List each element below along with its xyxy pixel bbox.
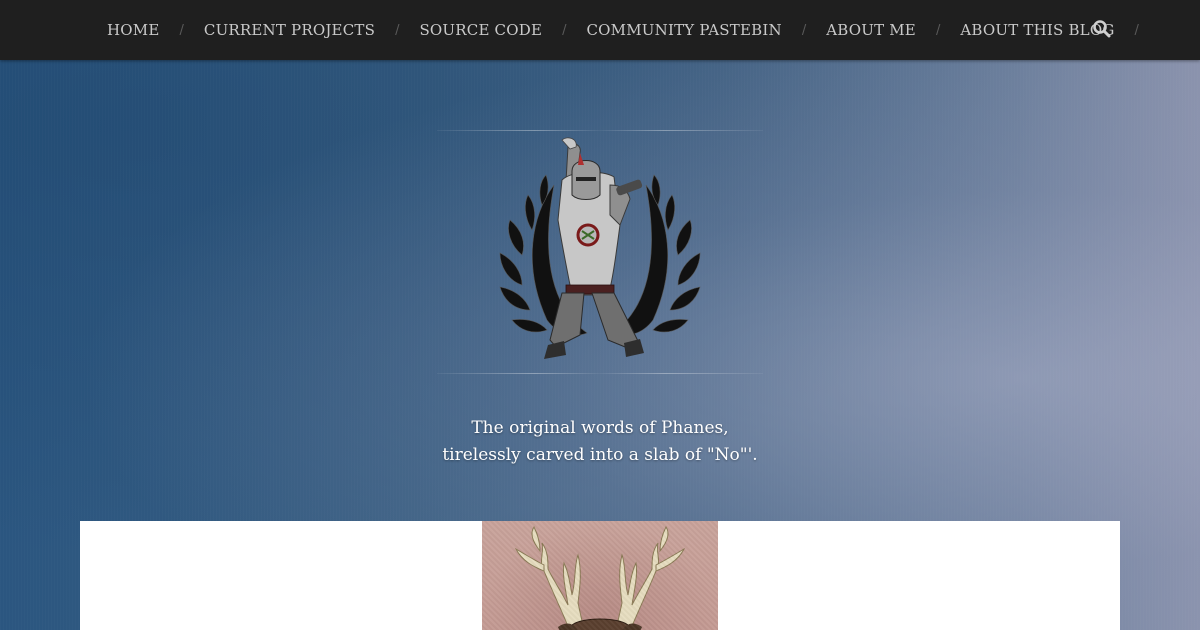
nav-item-community-pastebin[interactable]: COMMUNITY PASTEBIN [587, 21, 782, 39]
site-branding [437, 129, 763, 375]
nav-separator: / [935, 22, 941, 38]
branding-divider-top [437, 130, 763, 131]
post-thumbnail[interactable] [482, 521, 718, 630]
page: HOME / CURRENT PROJECTS / SOURCE CODE / … [0, 0, 1200, 630]
nav-item-about-me[interactable]: ABOUT ME [826, 21, 916, 39]
nav-separator: / [395, 22, 400, 38]
search-icon[interactable] [1092, 19, 1112, 39]
nav-item-current-projects[interactable]: CURRENT PROJECTS [204, 21, 375, 39]
nav-item-home[interactable]: HOME [107, 21, 160, 39]
knight-laurel-logo-icon[interactable] [492, 135, 708, 369]
post-card [80, 521, 1120, 630]
tagline-line-2: tirelessly carved into a slab of "No"'. [442, 445, 758, 465]
deer-head-thumbnail-icon [514, 526, 686, 630]
nav-separator: / [179, 22, 184, 38]
site-tagline: The original words of Phanes, tirelessly… [300, 415, 900, 469]
nav-separator: / [801, 22, 807, 38]
nav-separator: / [562, 22, 567, 38]
top-navigation: HOME / CURRENT PROJECTS / SOURCE CODE / … [0, 0, 1200, 60]
branding-divider-bottom [437, 373, 763, 374]
tagline-line-1: The original words of Phanes, [471, 418, 729, 438]
nav-menu: HOME / CURRENT PROJECTS / SOURCE CODE / … [107, 0, 1159, 60]
nav-item-source-code[interactable]: SOURCE CODE [419, 21, 542, 39]
nav-separator: / [1134, 22, 1139, 38]
